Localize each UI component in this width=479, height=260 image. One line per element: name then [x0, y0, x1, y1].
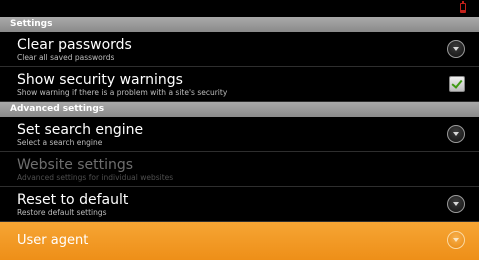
website-settings-summary: Advanced settings for individual website… [17, 173, 174, 182]
security-warnings-title: Show security warnings [17, 72, 183, 88]
chevron-down-icon[interactable] [447, 231, 465, 249]
reset-default-title: Reset to default [17, 192, 129, 208]
reset-default-item[interactable]: Reset to default Restore default setting… [0, 187, 479, 222]
chevron-down-icon[interactable] [447, 40, 465, 58]
search-engine-item[interactable]: Set search engine Select a search engine [0, 117, 479, 152]
user-agent-title: User agent [17, 233, 89, 248]
clear-passwords-title: Clear passwords [17, 37, 132, 53]
checkbox-icon[interactable] [449, 76, 465, 92]
section-header-advanced: Advanced settings [0, 102, 479, 117]
security-warnings-item[interactable]: Show security warnings Show warning if t… [0, 67, 479, 102]
search-engine-summary: Select a search engine [17, 138, 103, 147]
security-warnings-summary: Show warning if there is a problem with … [17, 88, 228, 97]
search-engine-title: Set search engine [17, 122, 144, 138]
chevron-down-icon[interactable] [447, 195, 465, 213]
website-settings-title: Website settings [17, 157, 134, 173]
clear-passwords-item[interactable]: Clear passwords Clear all saved password… [0, 32, 479, 67]
battery-low-icon [460, 1, 466, 13]
reset-default-summary: Restore default settings [17, 208, 107, 217]
clear-passwords-summary: Clear all saved passwords [17, 53, 115, 62]
chevron-down-icon[interactable] [447, 125, 465, 143]
status-bar [0, 0, 479, 17]
website-settings-item: Website settings Advanced settings for i… [0, 152, 479, 187]
user-agent-item[interactable]: User agent [0, 222, 479, 260]
section-header-settings: Settings [0, 17, 479, 32]
